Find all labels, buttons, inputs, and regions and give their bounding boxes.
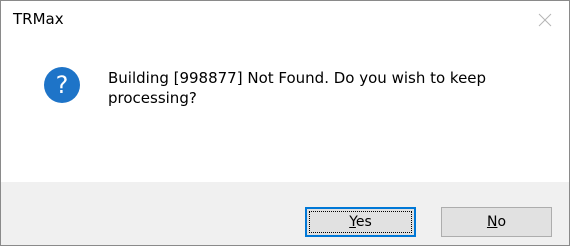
message-text: Building [998877] Not Found. Do you wish… bbox=[108, 69, 487, 107]
question-icon: ? bbox=[44, 67, 80, 103]
dialog-content bbox=[1, 39, 569, 182]
close-icon bbox=[538, 13, 552, 27]
close-button[interactable] bbox=[523, 1, 569, 39]
no-button[interactable]: No bbox=[441, 207, 552, 237]
window-title: TRMax bbox=[13, 10, 64, 28]
yes-button[interactable]: Yes bbox=[305, 207, 416, 237]
no-label: No bbox=[487, 214, 506, 230]
no-mnemonic: N bbox=[486, 214, 498, 230]
title-bar: TRMax bbox=[1, 1, 569, 39]
focus-ring bbox=[309, 211, 412, 233]
button-bar: Yes No bbox=[1, 182, 569, 245]
svg-text:?: ? bbox=[56, 71, 69, 99]
message-dialog: TRMax ? Building [998877] Not Found. Do … bbox=[0, 0, 570, 246]
no-label-rest: o bbox=[497, 214, 507, 230]
